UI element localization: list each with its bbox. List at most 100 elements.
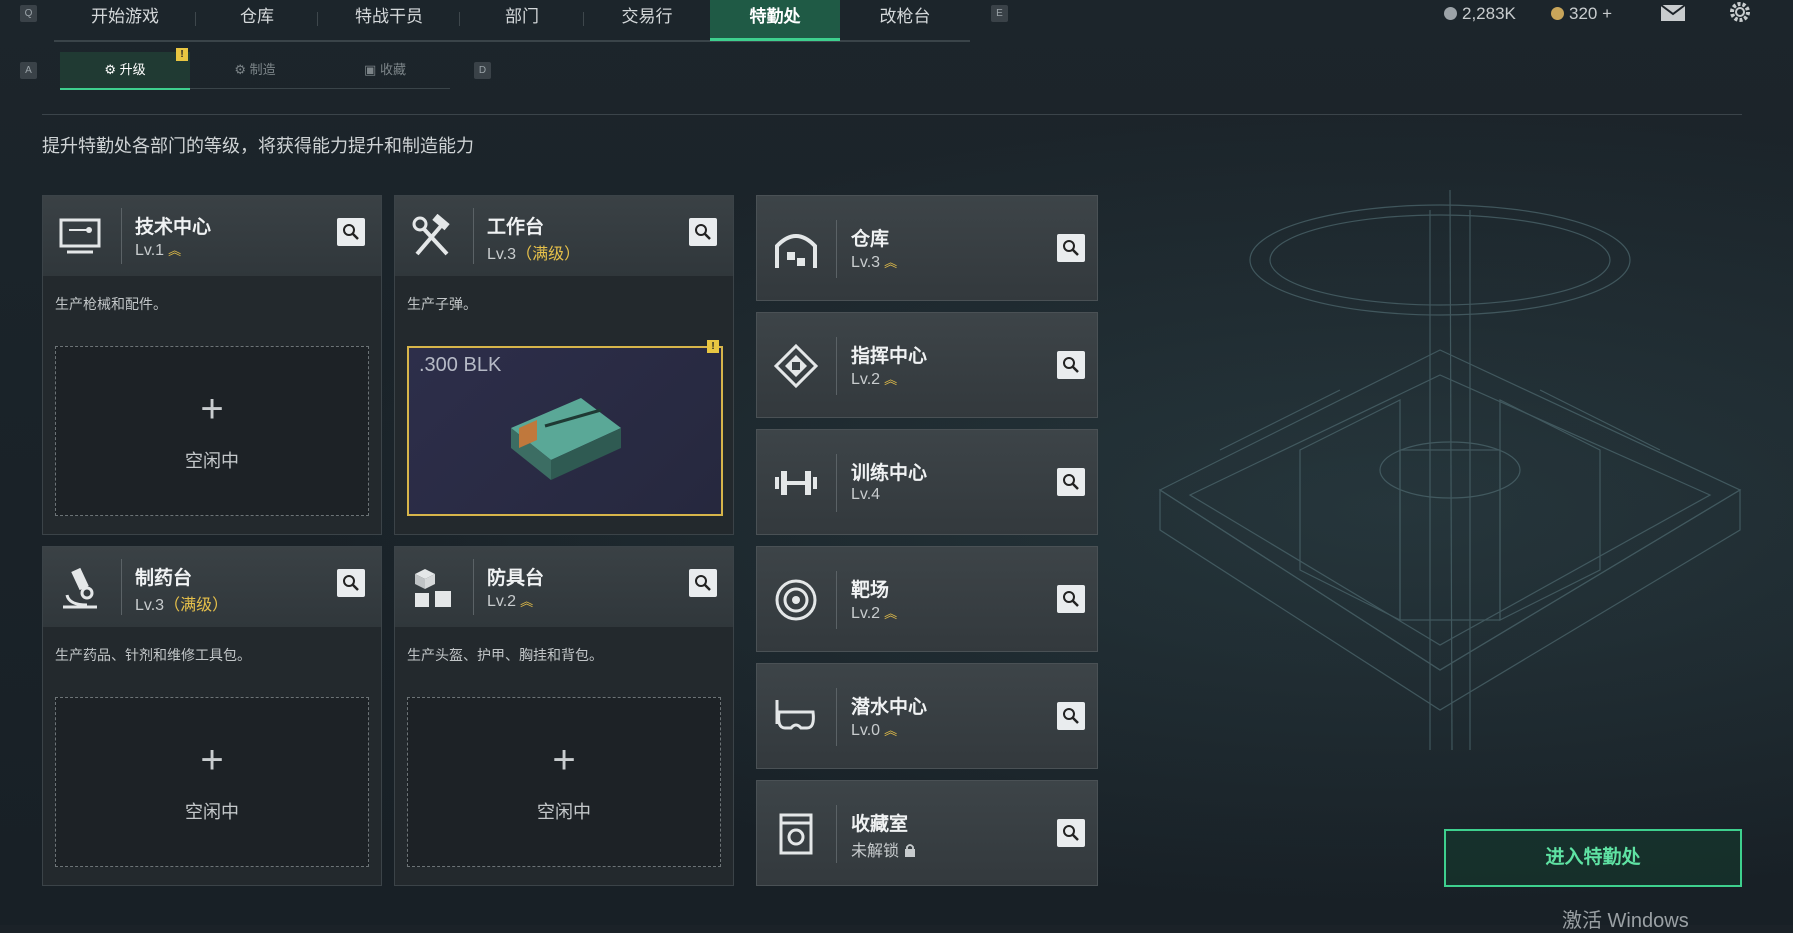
currency-premium[interactable]: 320 + bbox=[1551, 4, 1612, 24]
card-title: 防具台 bbox=[487, 568, 545, 589]
card-workbench: 工作台 Lv.3（满级） 生产子弹。 .300 BLK ! bbox=[394, 195, 734, 535]
settings-gear-icon[interactable] bbox=[1728, 0, 1752, 24]
tab-gunsmith[interactable]: 改枪台 bbox=[840, 0, 970, 38]
tab-special-ops[interactable]: 特勤处 bbox=[710, 0, 840, 41]
plus-icon: + bbox=[200, 387, 224, 431]
currency-premium-value: 320 + bbox=[1569, 4, 1613, 23]
item-separator bbox=[836, 688, 837, 746]
subtab-craft-label: 制造 bbox=[249, 62, 276, 77]
diving-mask-icon bbox=[775, 700, 815, 730]
enter-special-ops-button[interactable]: 进入特勤处 bbox=[1444, 829, 1742, 887]
card-level-value: Lv.3 bbox=[135, 597, 165, 614]
search-button[interactable] bbox=[689, 569, 717, 597]
facility-level: Lv.3 ︽ bbox=[851, 252, 897, 272]
facility-level: Lv.2 ︽ bbox=[851, 369, 897, 389]
subtab-craft[interactable]: ⚙ 制造 bbox=[190, 52, 320, 88]
upgrade-chevron-icon: ︽ bbox=[884, 723, 898, 738]
chip-icon bbox=[773, 343, 819, 389]
upgrade-chevron-icon: ︽ bbox=[520, 594, 534, 609]
search-button[interactable] bbox=[689, 218, 717, 246]
facility-training-center[interactable]: 训练中心 Lv.4 bbox=[756, 429, 1098, 535]
mail-icon[interactable] bbox=[1660, 4, 1686, 22]
card-description: 生产药品、针剂和维修工具包。 bbox=[55, 647, 251, 663]
card-description: 生产头盔、护甲、胸挂和背包。 bbox=[407, 647, 603, 663]
card-level-value: Lv.2 bbox=[487, 593, 517, 610]
card-title: 工作台 bbox=[487, 217, 545, 238]
warehouse-icon bbox=[775, 234, 817, 268]
target-icon bbox=[775, 579, 817, 621]
lock-icon bbox=[905, 844, 916, 857]
facility-diving-center[interactable]: 潜水中心 Lv.0 ︽ bbox=[756, 663, 1098, 769]
tab-warehouse[interactable]: 仓库 bbox=[196, 0, 318, 38]
search-button[interactable] bbox=[1057, 585, 1085, 613]
tab-start-game[interactable]: 开始游戏 bbox=[54, 0, 196, 38]
tab-department[interactable]: 部门 bbox=[460, 0, 584, 38]
search-icon bbox=[343, 224, 359, 240]
card-header: 工作台 Lv.3（满级） bbox=[395, 196, 733, 276]
card-level: Lv.2 ︽ bbox=[487, 591, 533, 611]
card-description: 生产子弹。 bbox=[407, 296, 477, 312]
card-level: Lv.3（满级） bbox=[135, 591, 228, 615]
facility-title: 仓库 bbox=[851, 229, 890, 250]
header-separator bbox=[121, 559, 122, 615]
slot-status: 空闲中 bbox=[537, 802, 591, 822]
search-button[interactable] bbox=[1057, 468, 1085, 496]
card-level-value: Lv.3 bbox=[487, 246, 517, 263]
search-icon bbox=[695, 575, 711, 591]
slot-alert-badge: ! bbox=[707, 340, 719, 353]
currency-coins: 2,283K bbox=[1444, 4, 1516, 24]
currency-coins-value: 2,283K bbox=[1462, 4, 1516, 23]
computer-icon bbox=[59, 218, 101, 254]
tab-operators[interactable]: 特战干员 bbox=[318, 0, 460, 38]
card-armor-bench: 防具台 Lv.2 ︽ 生产头盔、护甲、胸挂和背包。 + 空闲中 bbox=[394, 546, 734, 886]
ammo-name: .300 BLK bbox=[419, 354, 502, 376]
page-subtitle: 提升特勤处各部门的等级，将获得能力提升和制造能力 bbox=[42, 136, 474, 156]
facility-level-value: Lv.4 bbox=[851, 486, 881, 503]
production-slot[interactable]: + 空闲中 bbox=[55, 697, 369, 867]
search-icon bbox=[1063, 591, 1079, 607]
facility-command-center[interactable]: 指挥中心 Lv.2 ︽ bbox=[756, 312, 1098, 418]
tools-icon bbox=[412, 214, 450, 256]
facility-level-value: Lv.0 bbox=[851, 722, 881, 739]
search-button[interactable] bbox=[1057, 234, 1085, 262]
card-level-value: Lv.1 bbox=[135, 242, 165, 259]
facility-warehouse[interactable]: 仓库 Lv.3 ︽ bbox=[756, 195, 1098, 301]
search-icon bbox=[1063, 825, 1079, 841]
search-icon bbox=[1063, 240, 1079, 256]
search-button[interactable] bbox=[337, 218, 365, 246]
search-button[interactable] bbox=[1057, 819, 1085, 847]
search-button[interactable] bbox=[1057, 351, 1085, 379]
subtab-collection[interactable]: ▣ 收藏 bbox=[320, 52, 450, 88]
card-title: 制药台 bbox=[135, 568, 193, 589]
key-hint-q: Q bbox=[20, 5, 37, 22]
production-slot[interactable]: + 空闲中 bbox=[407, 697, 721, 867]
card-level: Lv.3（满级） bbox=[487, 240, 580, 264]
header-separator bbox=[473, 559, 474, 615]
item-separator bbox=[836, 220, 837, 278]
subtab-upgrade[interactable]: ⚙ 升级 bbox=[60, 52, 190, 90]
facility-title: 靶场 bbox=[851, 580, 890, 601]
plus-icon: + bbox=[200, 738, 224, 782]
key-hint-d: D bbox=[474, 62, 491, 79]
facility-collection-room[interactable]: 收藏室 未解锁 bbox=[756, 780, 1098, 886]
production-slot[interactable]: + 空闲中 bbox=[55, 346, 369, 516]
card-header: 制药台 Lv.3（满级） bbox=[43, 547, 381, 627]
item-separator bbox=[836, 337, 837, 395]
sub-nav: ⚙ 升级 ! ⚙ 制造 ▣ 收藏 bbox=[60, 48, 450, 90]
facility-level-value: Lv.2 bbox=[851, 371, 881, 388]
search-button[interactable] bbox=[337, 569, 365, 597]
facility-lock-status: 未解锁 bbox=[851, 843, 900, 860]
dumbbell-icon bbox=[775, 471, 817, 495]
search-icon bbox=[1063, 474, 1079, 490]
upgrade-alert-badge: ! bbox=[176, 48, 188, 61]
search-icon bbox=[343, 575, 359, 591]
upgrade-chevron-icon: ︽ bbox=[884, 372, 898, 387]
search-icon bbox=[1063, 708, 1079, 724]
tab-market[interactable]: 交易行 bbox=[584, 0, 710, 38]
facility-shooting-range[interactable]: 靶场 Lv.2 ︽ bbox=[756, 546, 1098, 652]
search-icon bbox=[695, 224, 711, 240]
search-button[interactable] bbox=[1057, 702, 1085, 730]
card-level: Lv.1 ︽ bbox=[135, 240, 181, 260]
production-slot-item[interactable]: .300 BLK bbox=[407, 346, 723, 516]
max-level-tag: （满级） bbox=[164, 597, 229, 614]
